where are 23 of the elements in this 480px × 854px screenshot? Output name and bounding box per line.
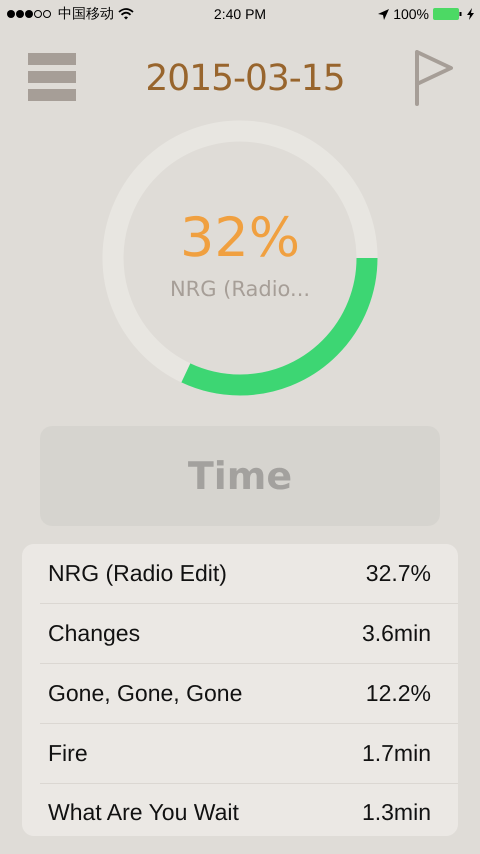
battery-percent: 100%: [393, 6, 429, 22]
signal-icon: [6, 9, 54, 19]
song-value: 3.6min: [362, 620, 431, 647]
song-value: 32.7%: [366, 560, 431, 587]
track-name: NRG (Radio...: [170, 276, 310, 300]
menu-icon[interactable]: [28, 53, 76, 103]
song-value: 1.3min: [362, 799, 431, 826]
wifi-icon: [118, 8, 134, 20]
location-arrow-icon: [378, 8, 390, 20]
song-title[interactable]: Changes: [40, 620, 140, 647]
status-time: 2:40 PM: [214, 6, 266, 22]
song-title[interactable]: Gone, Gone, Gone: [40, 680, 242, 707]
charging-icon: [467, 8, 474, 20]
battery-icon: [433, 8, 463, 20]
song-value: 1.7min: [362, 740, 431, 767]
song-title[interactable]: NRG (Radio Edit): [40, 560, 227, 587]
song-title[interactable]: What Are You Wait: [40, 799, 239, 826]
song-title[interactable]: Fire: [40, 740, 88, 767]
progress-percent: 32%: [180, 206, 300, 268]
date-title: 2015-03-15: [145, 58, 345, 98]
song-value: 12.2%: [366, 680, 431, 707]
flag-icon[interactable]: [414, 50, 454, 106]
carrier-name: 中国移动: [58, 5, 114, 23]
